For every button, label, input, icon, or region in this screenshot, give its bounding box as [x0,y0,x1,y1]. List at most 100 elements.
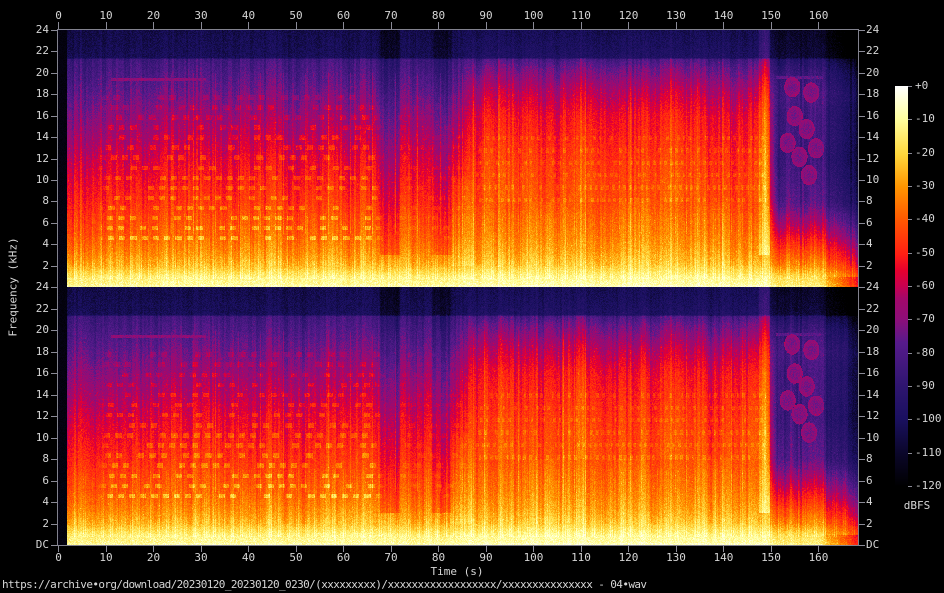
freq-tick-label-left: 18 [18,87,49,100]
x-tick-label-bottom: 80 [423,551,454,564]
x-tick-mark-top [533,22,534,29]
freq-tick-mark-left [51,352,57,353]
x-tick-label-bottom: 60 [328,551,359,564]
freq-tick-label-right: 18 [866,345,879,358]
freq-tick-mark-right [859,545,865,546]
colorbar-tick-mark [908,319,912,320]
freq-tick-label-right: 24 [866,23,879,36]
freq-tick-mark-left [51,180,57,181]
x-tick-label-bottom: 90 [471,551,502,564]
freq-tick-mark-left [51,524,57,525]
x-tick-label-bottom: 130 [661,551,692,564]
freq-tick-label-right: 4 [866,237,873,250]
x-tick-mark-top [153,22,154,29]
x-tick-label-top: 160 [803,9,834,22]
freq-tick-label-left: 12 [18,409,49,422]
x-tick-label-top: 90 [471,9,502,22]
freq-tick-mark-left [51,502,57,503]
x-tick-mark-top [438,22,439,29]
freq-tick-mark-left [51,116,57,117]
x-tick-mark-top [106,22,107,29]
colorbar-tick-label: -20 [915,146,935,159]
x-tick-mark-top [676,22,677,29]
freq-tick-mark-left [51,201,57,202]
freq-tick-label-right: 16 [866,109,879,122]
x-tick-label-bottom: 100 [518,551,549,564]
x-tick-label-bottom: 20 [138,551,169,564]
freq-tick-label-left: 8 [18,452,49,465]
colorbar-tick-mark [908,353,912,354]
freq-tick-mark-right [859,438,865,439]
colorbar-tick-label: -50 [915,246,935,259]
freq-tick-label-right: 8 [866,194,873,207]
freq-tick-label-left: 12 [18,152,49,165]
freq-tick-label-left: 24 [18,23,49,36]
freq-tick-label-right: 22 [866,44,879,57]
freq-tick-mark-left [51,373,57,374]
freq-tick-mark-right [859,352,865,353]
freq-tick-label-right: 6 [866,216,873,229]
freq-tick-label-right: 12 [866,152,879,165]
x-tick-label-bottom: 10 [91,551,122,564]
colorbar-tick-mark [908,86,912,87]
freq-tick-mark-right [859,524,865,525]
x-tick-label-bottom: 140 [708,551,739,564]
freq-tick-mark-left [51,438,57,439]
freq-tick-mark-left [51,287,57,288]
freq-tick-label-left: 4 [18,495,49,508]
colorbar-unit-label: dBFS [893,499,941,512]
freq-tick-label-right: 6 [866,474,873,487]
freq-tick-mark-left [51,137,57,138]
freq-tick-label-left: DC [18,538,49,551]
x-tick-label-top: 80 [423,9,454,22]
freq-tick-label-right: 10 [866,173,879,186]
freq-tick-mark-right [859,137,865,138]
colorbar-tick-mark [908,186,912,187]
freq-tick-label-left: 22 [18,302,49,315]
freq-tick-label-left: 16 [18,366,49,379]
x-tick-mark-top [248,22,249,29]
freq-tick-mark-right [859,244,865,245]
plot-border-left [57,29,58,546]
freq-tick-mark-right [859,159,865,160]
freq-tick-mark-right [859,30,865,31]
colorbar-tick-label: -100 [915,412,942,425]
freq-tick-mark-left [51,266,57,267]
x-tick-label-top: 0 [43,9,74,22]
freq-tick-label-right: 22 [866,302,879,315]
freq-tick-mark-left [51,244,57,245]
freq-tick-label-right: DC [866,538,879,551]
colorbar-tick-mark [908,386,912,387]
colorbar-tick-label: -40 [915,212,935,225]
freq-tick-mark-right [859,73,865,74]
x-tick-label-bottom: 50 [281,551,312,564]
x-tick-label-top: 20 [138,9,169,22]
plot-border-top [57,29,859,30]
freq-tick-mark-left [51,30,57,31]
freq-tick-label-right: 14 [866,388,879,401]
freq-tick-mark-left [51,545,57,546]
colorbar-tick-mark [908,286,912,287]
freq-tick-label-right: 24 [866,280,879,293]
freq-tick-label-right: 12 [866,409,879,422]
freq-tick-mark-right [859,459,865,460]
x-tick-label-top: 70 [376,9,407,22]
freq-tick-label-left: 2 [18,517,49,530]
freq-tick-mark-right [859,481,865,482]
freq-tick-mark-left [51,395,57,396]
x-tick-label-bottom: 160 [803,551,834,564]
freq-tick-label-right: 2 [866,517,873,530]
freq-tick-label-left: 14 [18,388,49,401]
freq-tick-mark-right [859,201,865,202]
freq-tick-mark-right [859,266,865,267]
x-tick-label-top: 40 [233,9,264,22]
x-tick-label-top: 110 [566,9,597,22]
freq-tick-mark-right [859,373,865,374]
freq-tick-mark-left [51,223,57,224]
freq-tick-mark-right [859,180,865,181]
freq-tick-mark-left [51,459,57,460]
x-tick-mark-top [818,22,819,29]
x-tick-mark-top [723,22,724,29]
freq-tick-label-left: 16 [18,109,49,122]
freq-tick-label-left: 10 [18,173,49,186]
